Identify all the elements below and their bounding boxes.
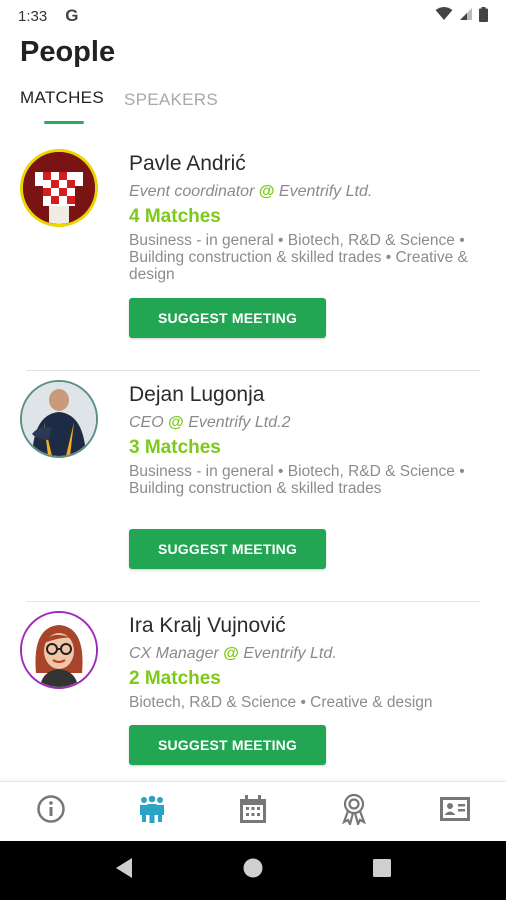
person-role: Event coordinator @ Eventrify Ltd. — [129, 183, 489, 201]
tab-bar: MATCHES SPEAKERS — [20, 88, 218, 124]
wifi-icon — [435, 7, 453, 25]
person-info: Ira Kralj Vujnović CX Manager @ Eventrif… — [129, 614, 489, 711]
company-name: Eventrify Ltd. — [278, 183, 373, 200]
contact-card-icon — [439, 796, 471, 827]
avatar — [20, 611, 98, 689]
interest-tags: Business - in general • Biotech, R&D & S… — [129, 463, 465, 497]
person-role: CX Manager @ Eventrify Ltd. — [129, 645, 489, 663]
bottom-navigation — [0, 781, 506, 841]
back-button[interactable] — [94, 846, 154, 896]
calendar-icon — [238, 794, 268, 829]
person-info: Pavle Andrić Event coordinator @ Eventri… — [129, 152, 489, 283]
avatar — [20, 380, 98, 458]
google-icon: G — [65, 6, 79, 25]
tab-speakers[interactable]: SPEAKERS — [124, 88, 218, 124]
person-info: Dejan Lugonja CEO @ Eventrify Ltd.2 3 Ma… — [129, 383, 489, 497]
people-icon — [136, 793, 168, 830]
at-sign: @ — [168, 414, 184, 431]
person-card[interactable]: Ira Kralj Vujnović CX Manager @ Eventrif… — [0, 602, 506, 802]
role-title: CX Manager — [129, 645, 219, 662]
role-title: Event coordinator — [129, 183, 255, 200]
person-name: Ira Kralj Vujnović — [129, 614, 286, 637]
people-list: Pavle Andrić Event coordinator @ Eventri… — [0, 140, 506, 802]
system-navigation-bar — [0, 841, 506, 900]
company-name: Eventrify Ltd. — [243, 645, 337, 662]
info-icon — [36, 794, 66, 829]
nav-profile[interactable] — [425, 784, 485, 840]
nav-calendar[interactable] — [223, 784, 283, 840]
recents-icon — [372, 858, 392, 883]
nav-people[interactable] — [122, 784, 182, 840]
interest-tags: Biotech, R&D & Science • Creative & desi… — [129, 694, 433, 711]
award-icon — [340, 793, 368, 830]
status-bar: 1:33 G — [0, 0, 506, 32]
at-sign: @ — [258, 183, 275, 200]
avatar — [20, 149, 98, 227]
back-icon — [114, 857, 134, 884]
at-sign: @ — [223, 645, 239, 662]
interest-tags: Business - in general • Biotech, R&D & S… — [129, 232, 468, 283]
person-name: Dejan Lugonja — [129, 383, 265, 406]
battery-icon — [479, 6, 488, 26]
company-name: Eventrify Ltd.2 — [188, 414, 291, 431]
person-name: Pavle Andrić — [129, 152, 246, 175]
signal-icon — [459, 7, 473, 25]
person-role: CEO @ Eventrify Ltd.2 — [129, 414, 489, 432]
page-title: People — [20, 36, 116, 68]
nav-awards[interactable] — [324, 784, 384, 840]
nav-info[interactable] — [21, 784, 81, 840]
matches-count[interactable]: 3 Matches — [129, 437, 489, 459]
matches-count[interactable]: 2 Matches — [129, 668, 489, 690]
status-icons — [435, 6, 488, 26]
matches-count[interactable]: 4 Matches — [129, 206, 489, 228]
suggest-meeting-button[interactable]: SUGGEST MEETING — [129, 529, 326, 569]
person-card[interactable]: Dejan Lugonja CEO @ Eventrify Ltd.2 3 Ma… — [0, 371, 506, 602]
tab-matches[interactable]: MATCHES — [20, 88, 104, 124]
suggest-meeting-button[interactable]: SUGGEST MEETING — [129, 725, 326, 765]
role-title: CEO — [129, 414, 164, 431]
recents-button[interactable] — [352, 846, 412, 896]
home-icon — [242, 857, 264, 884]
suggest-meeting-button[interactable]: SUGGEST MEETING — [129, 298, 326, 338]
home-button[interactable] — [223, 846, 283, 896]
status-time: 1:33 — [18, 7, 48, 25]
person-card[interactable]: Pavle Andrić Event coordinator @ Eventri… — [0, 140, 506, 371]
